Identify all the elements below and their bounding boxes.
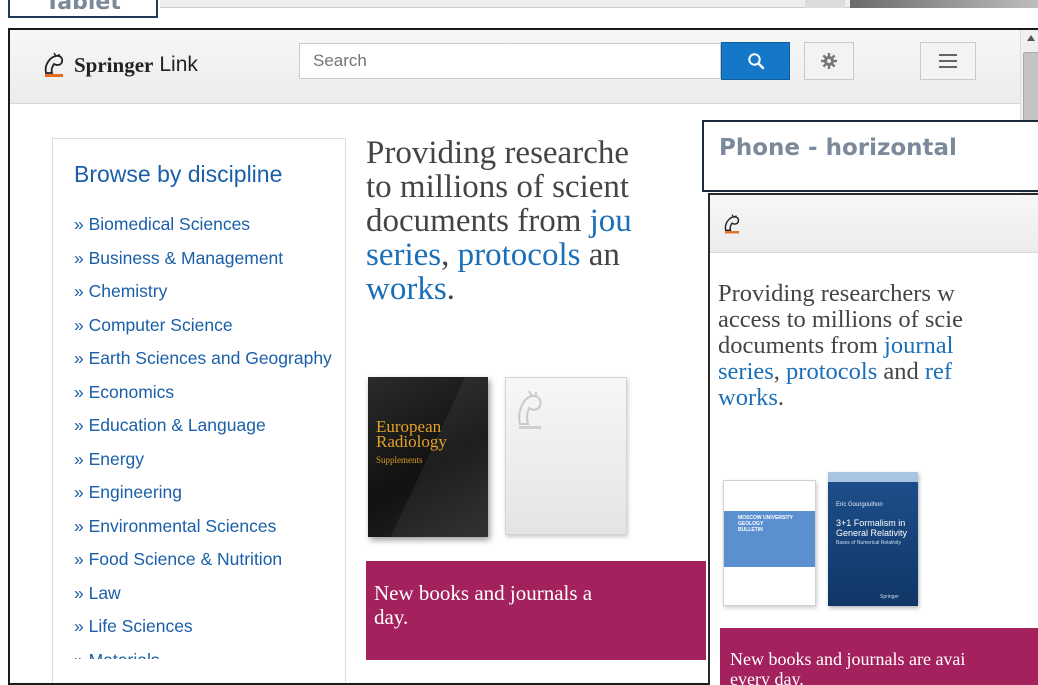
moscow-geology-bulletin-cover[interactable]: MOSCOW UNIVERSITY GEOLOGY BULLETIN bbox=[723, 480, 816, 606]
tagline-text: . bbox=[446, 271, 455, 306]
tagline-line: series, protocols and ref bbox=[718, 359, 1038, 385]
book-series-link[interactable]: series bbox=[718, 358, 774, 385]
discipline-link[interactable]: » Food Science & Nutrition bbox=[74, 549, 339, 569]
protocols-link[interactable]: protocols bbox=[786, 358, 877, 385]
phone-header bbox=[710, 195, 1038, 253]
cover-title: MOSCOW UNIVERSITY GEOLOGY BULLETIN bbox=[738, 515, 793, 533]
tagline-text: , bbox=[441, 237, 458, 273]
journals-link[interactable]: jou bbox=[590, 203, 632, 239]
logo-springer-text: Springer bbox=[74, 52, 154, 77]
discipline-link[interactable]: » Business & Management bbox=[74, 248, 339, 268]
menu-icon bbox=[939, 54, 957, 68]
tagline-line: documents from journal bbox=[718, 333, 1038, 359]
tagline-line: works. bbox=[366, 272, 706, 306]
cover-title-line: Radiology bbox=[376, 432, 447, 451]
banner-line: day. bbox=[374, 605, 409, 629]
cover-author: Eric Gourgoulhon bbox=[836, 502, 883, 508]
phone-window: Providing researchers w access to millio… bbox=[708, 193, 1038, 685]
discipline-link[interactable]: » Environmental Sciences bbox=[74, 516, 339, 536]
formalism-book-cover[interactable]: Eric Gourgoulhon 3+1 Formalism in Genera… bbox=[828, 472, 918, 606]
logo-link-text: Link bbox=[159, 53, 198, 76]
scroll-up-arrow[interactable] bbox=[1021, 30, 1038, 46]
cover-subtitle: Supplements bbox=[376, 455, 423, 465]
discipline-link[interactable]: » Engineering bbox=[74, 482, 339, 502]
cover-publisher: Springer bbox=[880, 594, 899, 600]
tagline-text: documents from bbox=[718, 332, 885, 359]
phone-tagline: Providing researchers w access to millio… bbox=[718, 281, 1038, 411]
book-series-link[interactable]: series bbox=[366, 237, 441, 273]
journals-link[interactable]: journal bbox=[884, 332, 953, 359]
discipline-link[interactable]: » Energy bbox=[74, 449, 339, 469]
cover-subtitle: Bases of Numerical Relativity bbox=[836, 540, 902, 546]
search-input[interactable] bbox=[299, 43, 721, 79]
hero-tagline: Providing researche to millions of scien… bbox=[366, 136, 706, 306]
springerlink-logo[interactable]: Springer Link bbox=[40, 50, 198, 80]
cover-title-line: 3+1 Formalism in bbox=[836, 518, 906, 528]
site-header: Springer Link bbox=[10, 30, 1020, 104]
cover-title-line: General Relativity bbox=[836, 528, 908, 538]
settings-button[interactable] bbox=[804, 42, 854, 80]
banner-line: every day. bbox=[730, 669, 804, 685]
discipline-sidebar: Browse by discipline » Biomedical Scienc… bbox=[52, 138, 346, 683]
tagline-line: works. bbox=[718, 385, 1038, 411]
tagline-text: , bbox=[773, 358, 787, 385]
protocols-link[interactable]: protocols bbox=[458, 237, 581, 273]
springer-horse-icon bbox=[518, 390, 542, 429]
new-content-banner[interactable]: New books and journals a day. bbox=[366, 561, 706, 660]
chevron-up-icon bbox=[1027, 35, 1035, 41]
placeholder-cover[interactable] bbox=[505, 377, 627, 535]
tablet-label: Tablet bbox=[8, 0, 158, 18]
discipline-link[interactable]: » Economics bbox=[74, 382, 339, 402]
cover-header-band bbox=[828, 472, 918, 482]
banner-line: New books and journals a bbox=[374, 581, 593, 605]
discipline-link[interactable]: » Chemistry bbox=[74, 281, 339, 301]
phone-horizontal-label: Phone - horizontal bbox=[702, 120, 1038, 192]
menu-button[interactable] bbox=[920, 42, 976, 80]
cover-title: European Radiology bbox=[376, 418, 447, 451]
gear-icon bbox=[821, 53, 837, 69]
tagline-text: an bbox=[580, 237, 620, 273]
phone-new-content-banner[interactable]: New books and journals are avai every da… bbox=[720, 628, 1038, 685]
search-icon bbox=[747, 53, 764, 70]
reference-works-link[interactable]: works bbox=[366, 271, 447, 306]
tagline-text: documents from bbox=[366, 203, 590, 239]
tagline-line: to millions of scient bbox=[366, 169, 630, 205]
tagline-text: and bbox=[877, 358, 925, 385]
reference-works-link[interactable]: ref bbox=[925, 358, 952, 385]
discipline-link[interactable]: » Computer Science bbox=[74, 315, 339, 335]
tagline-line: documents from jou bbox=[366, 204, 706, 238]
discipline-list: » Biomedical Sciences » Business & Manag… bbox=[74, 214, 339, 659]
tagline-line: series, protocols an bbox=[366, 238, 706, 272]
discipline-link[interactable]: » Earth Sciences and Geography bbox=[74, 348, 339, 368]
top-strip-dark bbox=[850, 0, 1038, 8]
banner-text: New books and journals are avai every da… bbox=[730, 649, 965, 685]
discipline-link[interactable]: » Biomedical Sciences bbox=[74, 214, 339, 234]
tagline-line: access to millions of scie bbox=[718, 306, 963, 333]
european-radiology-cover[interactable]: European Radiology Supplements bbox=[368, 377, 488, 537]
tagline-line: Providing researchers w bbox=[718, 280, 955, 307]
sidebar-title: Browse by discipline bbox=[74, 161, 283, 187]
search-button[interactable] bbox=[721, 42, 790, 80]
cover-title-line: BULLETIN bbox=[738, 527, 763, 533]
banner-line: New books and journals are avai bbox=[730, 649, 966, 669]
tagline-text: . bbox=[777, 384, 785, 411]
banner-text: New books and journals a day. bbox=[374, 581, 592, 629]
discipline-link[interactable]: » Law bbox=[74, 583, 339, 603]
reference-works-link[interactable]: works bbox=[718, 384, 778, 411]
springer-horse-icon bbox=[44, 52, 64, 77]
springer-horse-icon[interactable] bbox=[721, 212, 743, 236]
cover-title: 3+1 Formalism in General Relativity bbox=[836, 518, 907, 538]
discipline-link[interactable]: » Life Sciences bbox=[74, 616, 339, 636]
top-strip-gray bbox=[805, 0, 845, 8]
discipline-link[interactable]: » Materials bbox=[74, 650, 339, 659]
discipline-link[interactable]: » Education & Language bbox=[74, 415, 339, 435]
tagline-line: Providing researche bbox=[366, 136, 629, 171]
